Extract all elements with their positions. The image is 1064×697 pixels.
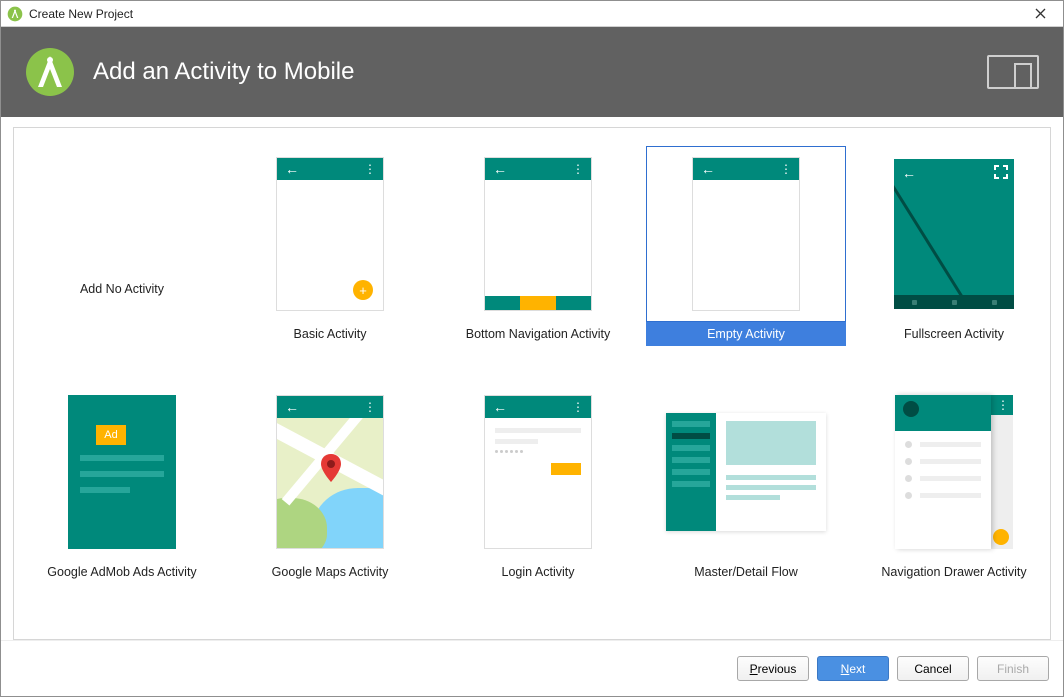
- next-button[interactable]: Next: [817, 656, 889, 681]
- template-master-detail-flow[interactable]: Master/Detail Flow: [642, 376, 850, 584]
- previous-button[interactable]: Previous: [737, 656, 809, 681]
- overflow-menu-icon: ⋮: [572, 401, 583, 413]
- form-factor-icon: [987, 55, 1039, 89]
- template-admob-activity[interactable]: Ad Google AdMob Ads Activity: [18, 376, 226, 584]
- back-arrow-icon: ←: [701, 162, 715, 176]
- android-studio-logo-icon: [25, 47, 75, 97]
- template-thumbnail: Ad: [22, 384, 222, 560]
- template-panel: Add No Activity ← ⋮ + Basic Activity: [13, 127, 1051, 640]
- back-arrow-icon: ←: [902, 165, 916, 181]
- overflow-menu-icon: ⋮: [364, 401, 375, 413]
- template-thumbnail: ← ⋮: [646, 146, 846, 322]
- template-label: Basic Activity: [230, 322, 430, 346]
- overflow-menu-icon: ⋮: [780, 163, 791, 175]
- template-thumbnail: ←: [854, 146, 1051, 322]
- template-label: Fullscreen Activity: [854, 322, 1051, 346]
- template-thumbnail: ← ⋮: [438, 384, 638, 560]
- finish-button: Finish: [977, 656, 1049, 681]
- fullscreen-icon: [994, 165, 1008, 179]
- back-arrow-icon: ←: [285, 400, 299, 414]
- avatar-icon: [903, 401, 919, 417]
- template-label: Add No Activity: [80, 282, 164, 296]
- template-thumbnail: ← ⋮ +: [230, 146, 430, 322]
- content-area: Add No Activity ← ⋮ + Basic Activity: [1, 117, 1063, 640]
- fab-icon: +: [353, 280, 373, 300]
- template-label: Google Maps Activity: [230, 560, 430, 584]
- template-label: Login Activity: [438, 560, 638, 584]
- wizard-footer: Previous Next Cancel Finish: [1, 640, 1063, 696]
- template-add-no-activity[interactable]: Add No Activity: [18, 138, 226, 376]
- close-button[interactable]: [1023, 3, 1057, 25]
- ad-badge: Ad: [96, 425, 126, 445]
- template-label: Master/Detail Flow: [646, 560, 846, 584]
- window-title: Create New Project: [29, 7, 1023, 21]
- template-navigation-drawer-activity[interactable]: ⋮: [850, 376, 1051, 584]
- back-arrow-icon: ←: [285, 162, 299, 176]
- titlebar: Create New Project: [1, 1, 1063, 27]
- template-basic-activity[interactable]: ← ⋮ + Basic Activity: [226, 138, 434, 376]
- template-fullscreen-activity[interactable]: ← Fullscreen Activity: [850, 138, 1051, 376]
- wizard-banner: Add an Activity to Mobile: [1, 27, 1063, 117]
- template-grid: Add No Activity ← ⋮ + Basic Activity: [18, 138, 1046, 584]
- overflow-menu-icon: ⋮: [364, 163, 375, 175]
- template-thumbnail: [646, 384, 846, 560]
- page-title: Add an Activity to Mobile: [93, 58, 987, 86]
- overflow-menu-icon: ⋮: [572, 163, 583, 175]
- back-arrow-icon: ←: [493, 162, 507, 176]
- fab-icon: [993, 529, 1009, 545]
- close-icon: [1035, 8, 1046, 19]
- template-empty-activity[interactable]: ← ⋮ Empty Activity: [642, 138, 850, 376]
- template-thumbnail: ← ⋮: [230, 384, 430, 560]
- template-bottom-navigation[interactable]: ← ⋮ Bottom Navigation Activity: [434, 138, 642, 376]
- template-google-maps-activity[interactable]: ← ⋮ Google Maps Activity: [226, 376, 434, 584]
- template-login-activity[interactable]: ← ⋮ Login Activity: [434, 376, 642, 584]
- template-thumbnail: ← ⋮: [438, 146, 638, 322]
- map-pin-icon: [321, 454, 341, 482]
- cancel-button[interactable]: Cancel: [897, 656, 969, 681]
- template-label: Navigation Drawer Activity: [854, 560, 1051, 584]
- template-label: Empty Activity: [646, 322, 846, 346]
- template-thumbnail: ⋮: [854, 384, 1051, 560]
- android-studio-icon: [7, 6, 23, 22]
- template-label: Bottom Navigation Activity: [438, 322, 638, 346]
- template-label: Google AdMob Ads Activity: [22, 560, 222, 584]
- overflow-menu-icon: ⋮: [997, 399, 1008, 411]
- back-arrow-icon: ←: [493, 400, 507, 414]
- dialog-window: Create New Project Add an Activity to Mo…: [0, 0, 1064, 697]
